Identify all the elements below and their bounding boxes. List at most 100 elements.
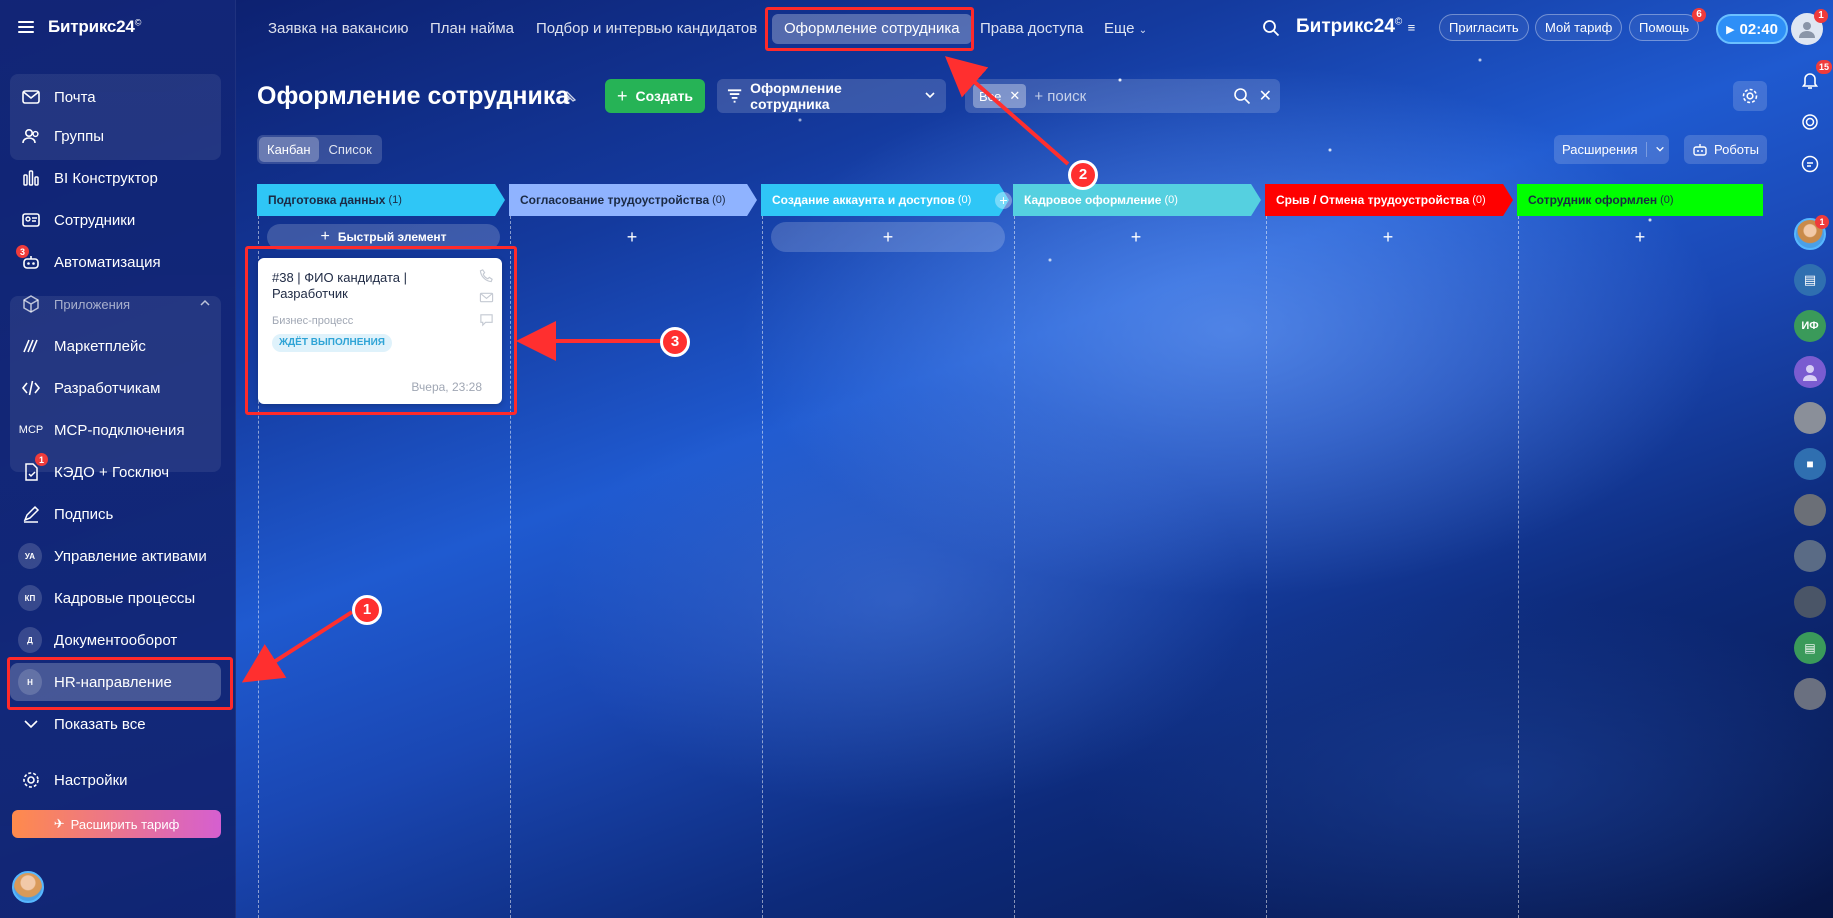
chevron-down-icon[interactable] — [1647, 142, 1673, 157]
right-rail: 15 1 ▤ ИФ ■ ▤ — [1787, 56, 1833, 918]
filter-search-box[interactable]: Все ✕ ✕ — [965, 79, 1280, 113]
close-icon[interactable]: ✕ — [1009, 88, 1020, 104]
tab-employee-onboarding[interactable]: Оформление сотрудника — [772, 14, 972, 44]
tab-vacancy-request[interactable]: Заявка на вакансию — [268, 14, 408, 44]
column-title: Создание аккаунта и доступов — [772, 193, 955, 207]
play-icon: ▶ — [1726, 23, 1735, 36]
funnel-icon — [727, 89, 742, 103]
tab-selection-interviews[interactable]: Подбор и интервью кандидатов — [536, 14, 757, 44]
column-header[interactable]: Сотрудник оформлен (0) — [1517, 184, 1763, 216]
sidebar-item-label: КЭДО + Госключ — [54, 463, 170, 481]
create-button[interactable]: + Создать — [605, 79, 705, 113]
sidebar-item-marketplace[interactable]: Маркетплейс — [10, 327, 221, 365]
view-kanban-button[interactable]: Канбан — [259, 137, 319, 162]
contact-avatar[interactable]: ▤ — [1794, 264, 1826, 296]
tab-hiring-plan[interactable]: План найма — [430, 14, 514, 44]
sidebar-item-signature[interactable]: Подпись — [10, 495, 221, 533]
contact-avatar[interactable] — [1794, 678, 1826, 710]
sidebar-item-automation[interactable]: 3 Автоматизация — [10, 243, 221, 281]
sidebar-item-mail[interactable]: Почта — [10, 78, 221, 116]
help-button[interactable]: Помощь — [1629, 14, 1700, 41]
sidebar-item-employees[interactable]: Сотрудники — [10, 201, 221, 239]
chevron-up-icon[interactable] — [199, 297, 211, 312]
email-icon[interactable] — [479, 290, 494, 305]
sidebar-item-label: HR-направление — [54, 673, 172, 691]
sidebar-item-bi-constructor[interactable]: BI Конструктор — [10, 159, 221, 197]
settings-sliders-icon[interactable]: ≡ — [1408, 20, 1416, 35]
page-settings-button[interactable] — [1733, 81, 1767, 111]
plus-icon: + — [320, 228, 330, 245]
extensions-button[interactable]: Расширения — [1554, 135, 1669, 164]
sidebar-item-settings[interactable]: Настройки — [10, 761, 221, 799]
column-header[interactable]: Подготовка данных (1) — [257, 184, 505, 216]
user-avatar[interactable] — [12, 871, 44, 903]
my-tariff-button[interactable]: Мой тариф — [1535, 14, 1623, 41]
phone-icon[interactable] — [479, 268, 494, 283]
sidebar-item-kedo[interactable]: 1 КЭДО + Госключ — [10, 453, 221, 491]
top-bar: Заявка на вакансию План найма Подбор и и… — [236, 0, 1828, 56]
column-header[interactable]: Срыв / Отмена трудоустройства (0) — [1265, 184, 1513, 216]
add-item-button[interactable]: + — [1275, 222, 1501, 252]
contact-avatar[interactable] — [1794, 586, 1826, 618]
add-column-icon[interactable]: + — [995, 192, 1012, 209]
sidebar-item-mcp[interactable]: MCP MCP-подключения — [10, 411, 221, 449]
help-badge: 6 — [1692, 8, 1706, 22]
automation-icon: 3 — [16, 245, 42, 273]
sidebar-item-groups[interactable]: Группы — [10, 117, 221, 155]
filter-chip-label: Все — [979, 88, 1002, 104]
clear-icon[interactable]: ✕ — [1259, 86, 1272, 106]
filter-chip-all[interactable]: Все ✕ — [973, 84, 1027, 108]
sidebar-item-label: Кадровые процессы — [54, 589, 196, 607]
contact-avatar[interactable] — [1794, 402, 1826, 434]
chevron-down-icon — [924, 88, 936, 104]
menu-burger-icon[interactable] — [18, 21, 34, 33]
search-icon[interactable] — [1233, 87, 1251, 105]
sidebar-item-developers[interactable]: Разработчикам — [10, 369, 221, 407]
card-title[interactable]: #38 | ФИО кандидата | Разработчик — [272, 270, 462, 302]
column-header[interactable]: Создание аккаунта и доступов (0) — [761, 184, 1009, 216]
contact-avatar[interactable]: ИФ — [1794, 310, 1826, 342]
column-count: (1) — [388, 194, 402, 206]
contact-avatar[interactable]: ■ — [1794, 448, 1826, 480]
funnel-selector[interactable]: Оформление сотрудника — [717, 79, 946, 113]
avatar-badge: 1 — [1814, 9, 1828, 23]
brand-logo[interactable]: Битрикс24© — [48, 17, 141, 37]
sidebar-item-document-flow[interactable]: Д Документооборот — [10, 621, 221, 659]
chat-icon[interactable] — [479, 312, 494, 327]
sidebar-item-hr-direction[interactable]: H HR-направление — [10, 663, 221, 701]
contact-avatar[interactable]: ▤ — [1794, 632, 1826, 664]
copilot-button[interactable] — [1794, 106, 1826, 138]
column-header[interactable]: Согласование трудоустройства (0) — [509, 184, 757, 216]
sidebar-show-all[interactable]: Показать все — [10, 705, 221, 743]
contact-avatar[interactable] — [1794, 540, 1826, 572]
tab-access-rights[interactable]: Права доступа — [980, 14, 1083, 44]
contact-avatar[interactable] — [1794, 356, 1826, 388]
add-item-button[interactable]: + — [519, 222, 745, 252]
contact-avatar[interactable] — [1794, 494, 1826, 526]
add-item-button[interactable]: + — [1527, 222, 1753, 252]
quick-add-button[interactable]: + Быстрый элемент — [267, 224, 500, 250]
search-icon[interactable] — [1262, 19, 1280, 37]
add-item-button[interactable]: + — [771, 222, 1005, 252]
notifications-button[interactable]: 15 — [1794, 60, 1832, 96]
add-item-button[interactable]: + — [1023, 222, 1249, 252]
marker-2: 2 — [1068, 160, 1098, 190]
view-list-button[interactable]: Список — [321, 137, 380, 162]
tab-more[interactable]: Еще ⌄ — [1104, 14, 1147, 44]
upgrade-tariff-button[interactable]: ✈ Расширить тариф — [12, 810, 221, 838]
work-timer-button[interactable]: ▶ 02:40 — [1716, 14, 1788, 44]
robots-button[interactable]: Роботы — [1684, 135, 1767, 164]
sidebar-item-hr-processes[interactable]: КП Кадровые процессы — [10, 579, 221, 617]
kanban-card[interactable]: #38 | ФИО кандидата | Разработчик Бизнес… — [258, 258, 502, 404]
contact-avatar[interactable]: 1 — [1794, 215, 1829, 250]
search-chat-button[interactable] — [1794, 148, 1826, 180]
rocket-icon: ✈ — [53, 816, 65, 831]
sidebar-item-assets[interactable]: УА Управление активами — [10, 537, 221, 575]
sidebar-section-apps[interactable]: Приложения — [10, 285, 221, 323]
pin-icon[interactable] — [561, 90, 577, 106]
invite-button[interactable]: Пригласить — [1439, 14, 1529, 41]
brand-logo-top[interactable]: Битрикс24© ≡ — [1296, 16, 1415, 38]
search-input[interactable] — [1034, 87, 1215, 105]
left-sidebar: Битрикс24© Почта Группы BI Конструктор С… — [0, 0, 236, 918]
column-header[interactable]: Кадровое оформление (0) — [1013, 184, 1261, 216]
